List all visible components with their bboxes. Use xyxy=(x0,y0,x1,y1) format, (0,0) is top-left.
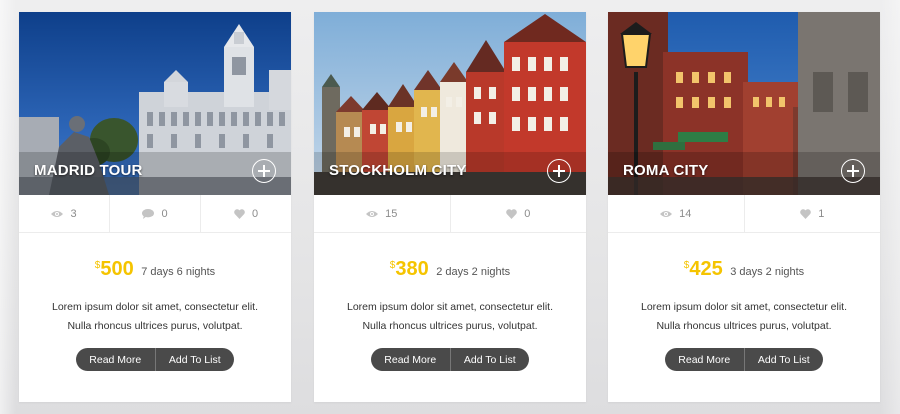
currency-symbol: $ xyxy=(683,260,690,271)
views-count: 14 xyxy=(679,207,692,220)
likes-count: 1 xyxy=(818,207,825,220)
plus-circle-icon[interactable] xyxy=(547,159,571,183)
plus-circle-icon[interactable] xyxy=(841,159,865,183)
tour-title[interactable]: STOCKHOLM CITY xyxy=(329,162,467,179)
price-row: $500 7 days 6 nights xyxy=(19,258,291,281)
action-buttons: Read More Add To List xyxy=(371,348,529,371)
price-amount: 425 xyxy=(689,258,723,280)
tour-card-madrid: MADRID TOUR 3 0 0 $500 7 days 6 nights L… xyxy=(19,12,291,402)
tour-description: Lorem ipsum dolor sit amet, consectetur … xyxy=(608,298,880,336)
description-line: Nulla rhoncus ultrices purus, volutpat. xyxy=(656,320,832,332)
heart-icon xyxy=(234,208,245,219)
add-to-list-button[interactable]: Add To List xyxy=(156,348,235,371)
tour-description: Lorem ipsum dolor sit amet, consectetur … xyxy=(19,298,291,336)
plus-circle-icon[interactable] xyxy=(252,159,276,183)
add-to-list-button[interactable]: Add To List xyxy=(745,348,824,371)
tour-cards: MADRID TOUR 3 0 0 $500 7 days 6 nights L… xyxy=(0,0,900,414)
views-stat: 15 xyxy=(314,195,451,232)
currency-symbol: $ xyxy=(389,260,396,271)
tour-duration: 7 days 6 nights xyxy=(141,266,216,278)
price-amount: 500 xyxy=(100,258,134,280)
tour-card-stockholm: STOCKHOLM CITY 15 0 $380 2 days 2 nights… xyxy=(314,12,586,402)
likes-stat[interactable]: 1 xyxy=(745,195,881,232)
likes-count: 0 xyxy=(524,207,531,220)
comments-stat: 0 xyxy=(110,195,201,232)
currency-symbol: $ xyxy=(94,260,101,271)
action-buttons: Read More Add To List xyxy=(76,348,234,371)
eye-icon xyxy=(660,210,673,217)
tour-description: Lorem ipsum dolor sit amet, consectetur … xyxy=(314,298,586,336)
price-amount: 380 xyxy=(395,258,429,280)
price-row: $425 3 days 2 nights xyxy=(608,258,880,281)
read-more-button[interactable]: Read More xyxy=(76,348,156,371)
add-to-list-button[interactable]: Add To List xyxy=(451,348,530,371)
likes-stat[interactable]: 0 xyxy=(201,195,291,232)
description-line: Nulla rhoncus ultrices purus, volutpat. xyxy=(67,320,243,332)
description-line: Lorem ipsum dolor sit amet, consectetur … xyxy=(346,301,553,313)
comment-icon xyxy=(142,208,155,219)
description-line: Lorem ipsum dolor sit amet, consectetur … xyxy=(640,301,847,313)
price-row: $380 2 days 2 nights xyxy=(314,258,586,281)
action-buttons: Read More Add To List xyxy=(665,348,823,371)
likes-stat[interactable]: 0 xyxy=(451,195,587,232)
eye-icon xyxy=(51,210,64,217)
tour-title[interactable]: MADRID TOUR xyxy=(34,162,143,179)
description-line: Nulla rhoncus ultrices purus, volutpat. xyxy=(362,320,538,332)
likes-count: 0 xyxy=(251,207,259,220)
comments-count: 0 xyxy=(161,207,168,220)
read-more-button[interactable]: Read More xyxy=(665,348,745,371)
views-stat: 3 xyxy=(19,195,110,232)
heart-icon xyxy=(800,208,811,219)
read-more-button[interactable]: Read More xyxy=(371,348,451,371)
views-count: 3 xyxy=(70,207,77,220)
views-stat: 14 xyxy=(608,195,745,232)
description-line: Lorem ipsum dolor sit amet, consectetur … xyxy=(51,301,258,313)
tour-stats: 3 0 0 xyxy=(19,195,291,233)
tour-duration: 3 days 2 nights xyxy=(730,266,805,278)
tour-title[interactable]: ROMA CITY xyxy=(623,162,708,179)
tour-stats: 15 0 xyxy=(314,195,586,233)
tour-photo[interactable]: STOCKHOLM CITY xyxy=(314,12,586,195)
tour-photo[interactable]: MADRID TOUR xyxy=(19,12,291,195)
heart-icon xyxy=(506,208,517,219)
tour-duration: 2 days 2 nights xyxy=(436,266,511,278)
tour-photo[interactable]: ROMA CITY xyxy=(608,12,880,195)
tour-stats: 14 1 xyxy=(608,195,880,233)
tour-card-roma: ROMA CITY 14 1 $425 3 days 2 nights Lore… xyxy=(608,12,880,402)
eye-icon xyxy=(366,210,379,217)
views-count: 15 xyxy=(385,207,398,220)
